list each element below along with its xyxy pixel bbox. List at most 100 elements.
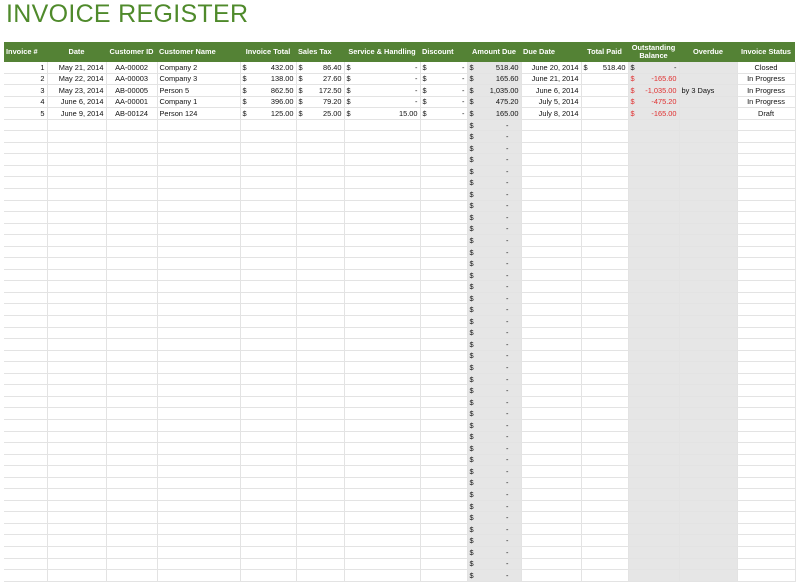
empty-cell[interactable] <box>4 257 48 270</box>
empty-cell[interactable] <box>628 130 680 143</box>
empty-cell[interactable] <box>106 546 158 559</box>
empty-cell[interactable] <box>296 384 345 397</box>
empty-cell[interactable] <box>106 442 158 455</box>
empty-cell[interactable] <box>628 511 680 524</box>
empty-cell[interactable] <box>344 200 421 213</box>
empty-cell[interactable] <box>106 292 158 305</box>
empty-cell[interactable] <box>521 211 582 224</box>
empty-cell[interactable] <box>521 534 582 547</box>
empty-cell[interactable] <box>4 523 48 536</box>
empty-cell[interactable]: $ - <box>467 130 522 143</box>
empty-cell[interactable]: $ - <box>467 315 522 328</box>
empty-cell[interactable] <box>628 257 680 270</box>
empty-cell[interactable] <box>4 569 48 582</box>
empty-cell[interactable] <box>106 569 158 582</box>
empty-cell[interactable] <box>581 303 629 317</box>
empty-cell[interactable] <box>420 419 468 432</box>
empty-cell[interactable] <box>420 407 468 420</box>
empty-cell[interactable] <box>628 200 680 213</box>
empty-cell[interactable] <box>47 153 107 166</box>
amount-due-cell[interactable]: $518.40 <box>467 62 522 74</box>
empty-cell[interactable] <box>679 431 738 444</box>
empty-cell[interactable] <box>521 303 582 317</box>
empty-cell[interactable] <box>679 511 738 524</box>
empty-cell[interactable] <box>106 419 158 432</box>
sales-tax-cell[interactable]: $27.60 <box>296 73 345 86</box>
empty-cell[interactable] <box>420 373 468 386</box>
empty-cell[interactable] <box>4 142 48 155</box>
sales-tax-cell[interactable]: $79.20 <box>296 96 345 109</box>
empty-cell[interactable] <box>420 534 468 547</box>
empty-cell[interactable] <box>628 477 680 490</box>
empty-cell[interactable] <box>106 338 158 351</box>
empty-cell[interactable]: $ - <box>467 176 522 189</box>
empty-cell[interactable] <box>679 257 738 270</box>
empty-cell[interactable] <box>581 119 629 132</box>
sales-tax-cell[interactable]: $172.50 <box>296 84 345 97</box>
empty-cell[interactable] <box>296 523 345 536</box>
empty-cell[interactable] <box>4 373 48 386</box>
empty-cell[interactable] <box>240 327 297 340</box>
empty-cell[interactable] <box>737 407 796 420</box>
due-date-cell[interactable]: July 5, 2014 <box>521 96 582 109</box>
empty-cell[interactable] <box>296 257 345 270</box>
empty-cell[interactable] <box>420 153 468 166</box>
empty-cell[interactable] <box>581 373 629 386</box>
empty-cell[interactable] <box>157 153 241 166</box>
empty-cell[interactable] <box>106 361 158 374</box>
empty-cell[interactable] <box>157 511 241 524</box>
empty-cell[interactable] <box>4 546 48 559</box>
empty-cell[interactable] <box>581 465 629 478</box>
empty-cell[interactable] <box>4 292 48 305</box>
status-cell[interactable]: In Progress <box>737 96 796 109</box>
empty-cell[interactable] <box>737 130 796 143</box>
empty-cell[interactable] <box>344 534 421 547</box>
empty-cell[interactable] <box>240 142 297 155</box>
empty-cell[interactable] <box>420 431 468 444</box>
empty-cell[interactable] <box>679 130 738 143</box>
empty-cell[interactable] <box>296 315 345 328</box>
empty-cell[interactable] <box>420 350 468 363</box>
empty-cell[interactable] <box>521 257 582 270</box>
column-header[interactable]: Discount <box>420 42 467 62</box>
empty-cell[interactable] <box>737 465 796 478</box>
empty-cell[interactable] <box>106 396 158 409</box>
empty-cell[interactable] <box>628 396 680 409</box>
empty-cell[interactable] <box>240 488 297 501</box>
empty-cell[interactable] <box>296 200 345 213</box>
overdue-cell[interactable] <box>679 73 738 86</box>
empty-cell[interactable] <box>420 454 468 467</box>
empty-cell[interactable] <box>581 269 629 282</box>
empty-cell[interactable] <box>521 373 582 386</box>
empty-cell[interactable] <box>737 488 796 501</box>
empty-cell[interactable] <box>628 211 680 224</box>
customer-name-cell[interactable]: Company 3 <box>157 73 241 86</box>
empty-cell[interactable] <box>4 534 48 547</box>
empty-cell[interactable] <box>521 454 582 467</box>
empty-cell[interactable] <box>157 546 241 559</box>
empty-cell[interactable] <box>737 176 796 189</box>
empty-cell[interactable] <box>240 511 297 524</box>
empty-cell[interactable] <box>106 153 158 166</box>
empty-cell[interactable] <box>521 384 582 397</box>
empty-cell[interactable] <box>628 465 680 478</box>
empty-cell[interactable] <box>679 350 738 363</box>
empty-cell[interactable] <box>47 350 107 363</box>
empty-cell[interactable] <box>240 200 297 213</box>
empty-cell[interactable] <box>420 384 468 397</box>
empty-cell[interactable] <box>420 396 468 409</box>
outstanding-cell[interactable]: $ -1,035.00 <box>628 84 680 97</box>
empty-cell[interactable] <box>581 546 629 559</box>
customer-name-cell[interactable]: Company 2 <box>157 62 241 74</box>
empty-cell[interactable] <box>521 130 582 143</box>
status-cell[interactable]: Draft <box>737 107 796 120</box>
empty-cell[interactable]: $ - <box>467 477 522 490</box>
empty-cell[interactable] <box>581 419 629 432</box>
empty-cell[interactable] <box>240 176 297 189</box>
empty-cell[interactable] <box>420 188 468 201</box>
empty-cell[interactable] <box>521 523 582 536</box>
empty-cell[interactable] <box>628 350 680 363</box>
empty-cell[interactable] <box>344 488 421 501</box>
empty-cell[interactable] <box>344 269 421 282</box>
total-paid-cell[interactable]: $518.40 <box>581 62 629 74</box>
